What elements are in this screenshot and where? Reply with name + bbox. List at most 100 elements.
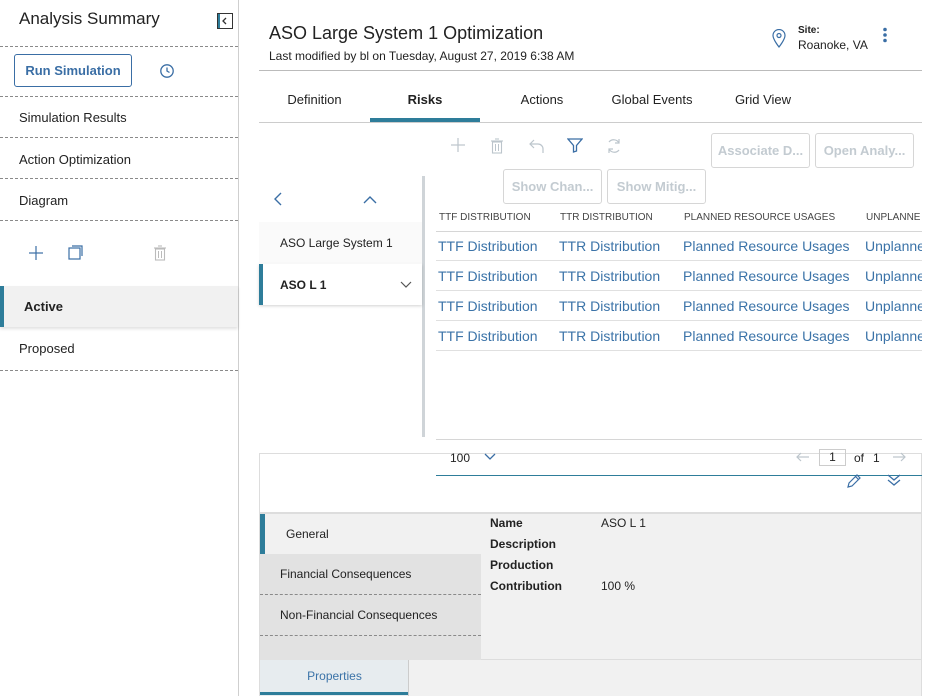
unplanned-link[interactable]: Unplanne xyxy=(865,298,922,314)
section-filler xyxy=(260,636,481,660)
run-simulation-button[interactable]: Run Simulation xyxy=(14,54,132,87)
scenario-item-proposed[interactable]: Proposed xyxy=(0,328,238,369)
field-name-value: ASO L 1 xyxy=(601,516,646,530)
ttr-distribution-link[interactable]: TTR Distribution xyxy=(559,328,660,344)
more-options-icon[interactable] xyxy=(882,27,888,43)
column-header[interactable]: PLANNED RESOURCE USAGES xyxy=(684,212,835,223)
scenario-label: Proposed xyxy=(19,341,75,356)
show-mitigation-button[interactable]: Show Mitig... xyxy=(607,169,706,204)
dropdown-chevron-icon xyxy=(484,453,496,460)
header-divider xyxy=(259,70,922,71)
ttr-distribution-link[interactable]: TTR Distribution xyxy=(559,268,660,284)
filter-icon[interactable] xyxy=(567,138,583,153)
delete-scenario-icon[interactable] xyxy=(153,245,167,261)
planned-resource-usages-link[interactable]: Planned Resource Usages xyxy=(683,238,850,254)
tab-properties[interactable]: Properties xyxy=(260,660,409,696)
column-header[interactable]: TTR DISTRIBUTION xyxy=(560,212,653,223)
nav-item-diagram[interactable]: Diagram xyxy=(0,179,238,219)
back-chevron-icon[interactable] xyxy=(273,192,283,206)
unplanned-link[interactable]: Unplanne xyxy=(865,268,922,284)
expand-chevron-icon[interactable] xyxy=(400,281,412,289)
tab-grid-view[interactable]: Grid View xyxy=(708,80,818,122)
collapse-panel-icon[interactable] xyxy=(217,13,233,29)
tab-actions[interactable]: Actions xyxy=(487,80,597,122)
planned-resource-usages-link[interactable]: Planned Resource Usages xyxy=(683,298,850,314)
page-title: ASO Large System 1 Optimization xyxy=(269,23,544,43)
section-general[interactable]: General xyxy=(260,514,481,554)
section-label: Non-Financial Consequences xyxy=(280,608,438,622)
divider xyxy=(0,46,238,47)
last-modified: Last modified by bl on Tuesday, August 2… xyxy=(269,49,575,63)
scenario-label: Active xyxy=(24,299,64,314)
nav-item-simulation-results[interactable]: Simulation Results xyxy=(0,97,238,137)
table-row: TTF Distribution TTR Distribution Planne… xyxy=(436,261,922,291)
show-changes-button[interactable]: Show Chan... xyxy=(503,169,602,204)
tab-label: Risks xyxy=(407,92,443,107)
location-pin-icon xyxy=(772,29,786,48)
page-number-input[interactable]: 1 xyxy=(819,449,846,466)
tab-label: Actions xyxy=(520,92,564,107)
tree-item-selected[interactable]: ASO L 1 xyxy=(259,264,422,305)
refresh-icon[interactable] xyxy=(606,138,622,154)
column-header[interactable]: UNPLANNE xyxy=(866,212,920,223)
copy-scenario-icon[interactable] xyxy=(68,245,83,260)
site-label: Site: xyxy=(798,25,820,36)
field-production-label: Production xyxy=(490,558,554,572)
open-analysis-button[interactable]: Open Analy... xyxy=(815,133,914,168)
prev-page-arrow-icon[interactable] xyxy=(796,452,810,462)
undo-icon[interactable] xyxy=(529,138,545,154)
ttr-distribution-link[interactable]: TTR Distribution xyxy=(559,238,660,254)
tab-label: Grid View xyxy=(734,92,792,107)
active-tab-indicator xyxy=(260,692,408,695)
nav-item-label: Action Optimization xyxy=(19,152,131,167)
ttf-distribution-link[interactable]: TTF Distribution xyxy=(438,268,538,284)
planned-resource-usages-link[interactable]: Planned Resource Usages xyxy=(683,268,850,284)
nav-item-action-optimization[interactable]: Action Optimization xyxy=(0,138,238,178)
field-contribution-label: Contribution xyxy=(490,579,562,593)
left-panel: Analysis Summary Run Simulation Simulati… xyxy=(0,0,239,696)
tree-item-root[interactable]: ASO Large System 1 xyxy=(259,222,422,263)
associate-button[interactable]: Associate D... xyxy=(711,133,810,168)
divider xyxy=(0,220,238,221)
tab-definition[interactable]: Definition xyxy=(259,80,370,122)
tree-item-label: ASO L 1 xyxy=(280,278,327,292)
section-non-financial-consequences[interactable]: Non-Financial Consequences xyxy=(260,595,481,636)
tab-label: Properties xyxy=(307,669,362,683)
table-row: TTF Distribution TTR Distribution Planne… xyxy=(436,291,922,321)
ttf-distribution-link[interactable]: TTF Distribution xyxy=(438,238,538,254)
add-icon[interactable] xyxy=(451,138,465,152)
grid-header-row: TTF DISTRIBUTION TTR DISTRIBUTION PLANNE… xyxy=(436,204,922,232)
section-label: Financial Consequences xyxy=(280,567,412,581)
tab-risks[interactable]: Risks xyxy=(370,80,480,122)
page-size-select[interactable]: 100 xyxy=(448,449,498,467)
column-header[interactable]: TTF DISTRIBUTION xyxy=(439,212,531,223)
page-of-label: of xyxy=(854,451,865,465)
field-name-label: Name xyxy=(490,516,523,530)
unplanned-link[interactable]: Unplanne xyxy=(865,328,922,344)
selected-indicator xyxy=(260,514,265,554)
delete-icon[interactable] xyxy=(490,138,504,154)
add-scenario-icon[interactable] xyxy=(29,246,43,260)
unplanned-link[interactable]: Unplanne xyxy=(865,238,922,254)
history-clock-icon[interactable] xyxy=(159,63,175,79)
collapse-up-chevron-icon[interactable] xyxy=(363,195,377,204)
ttf-distribution-link[interactable]: TTF Distribution xyxy=(438,298,538,314)
tab-global-events[interactable]: Global Events xyxy=(597,80,707,122)
ttf-distribution-link[interactable]: TTF Distribution xyxy=(438,328,538,344)
section-financial-consequences[interactable]: Financial Consequences xyxy=(260,554,481,595)
collapse-double-chevron-icon[interactable] xyxy=(886,473,902,487)
divider xyxy=(0,370,238,371)
field-contribution-value: 100 % xyxy=(601,579,636,593)
tree-item-label: ASO Large System 1 xyxy=(280,236,393,250)
tab-label: Definition xyxy=(287,92,342,107)
edit-pencil-icon[interactable] xyxy=(846,473,862,489)
planned-resource-usages-link[interactable]: Planned Resource Usages xyxy=(683,328,850,344)
panel-title: Analysis Summary xyxy=(19,9,160,28)
field-description-label: Description xyxy=(490,537,557,551)
scenario-item-active[interactable]: Active xyxy=(0,286,238,327)
grid-body: TTF Distribution TTR Distribution Planne… xyxy=(436,231,922,351)
table-row: TTF Distribution TTR Distribution Planne… xyxy=(436,231,922,261)
tabs-divider xyxy=(259,122,922,123)
ttr-distribution-link[interactable]: TTR Distribution xyxy=(559,298,660,314)
next-page-arrow-icon[interactable] xyxy=(892,452,906,462)
